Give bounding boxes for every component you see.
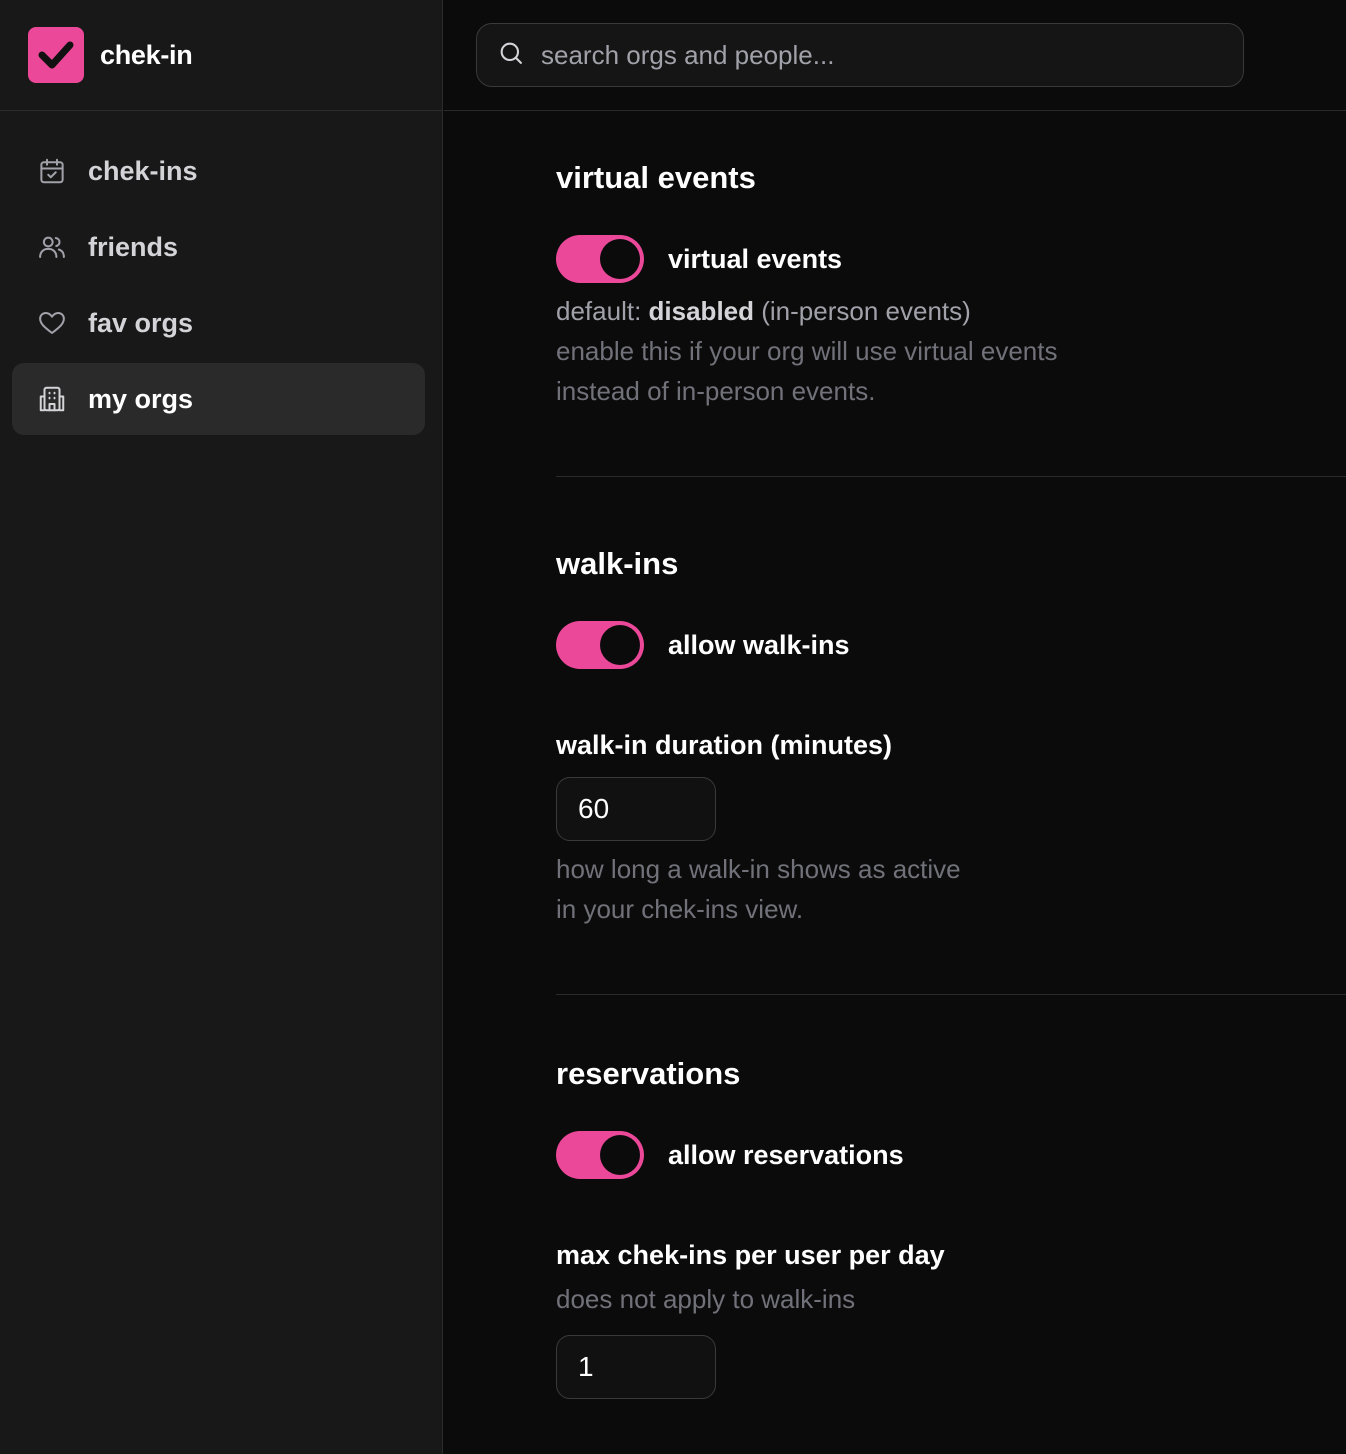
sidebar: chek-in chek-ins friends fav orgs my org… — [0, 0, 443, 1454]
building-icon — [36, 383, 68, 415]
section-divider — [556, 994, 1346, 995]
brand[interactable]: chek-in — [0, 0, 442, 111]
sidebar-item-chek-ins[interactable]: chek-ins — [12, 135, 425, 207]
toggle-knob — [600, 1135, 640, 1175]
calendar-check-icon — [36, 155, 68, 187]
allow-walk-ins-toggle[interactable] — [556, 621, 644, 669]
section-divider — [556, 476, 1346, 477]
walk-ins-setting: allow walk-ins — [556, 621, 850, 669]
allow-reservations-label: allow reservations — [668, 1139, 904, 1170]
top-bar — [444, 0, 1346, 111]
virtual-events-help-line-2: instead of in-person events. — [556, 376, 876, 406]
max-chek-ins-label: max chek-ins per user per day — [556, 1240, 945, 1270]
search-icon — [497, 39, 525, 72]
max-chek-ins-help: does not apply to walk-ins — [556, 1284, 856, 1314]
search-box[interactable] — [476, 23, 1244, 87]
allow-walk-ins-label: allow walk-ins — [668, 629, 850, 660]
toggle-knob — [600, 625, 640, 665]
sidebar-item-my-orgs[interactable]: my orgs — [12, 363, 425, 435]
walk-in-duration-help-line-1: how long a walk-in shows as active — [556, 854, 961, 884]
default-suffix: (in-person events) — [761, 296, 971, 326]
allow-reservations-toggle[interactable] — [556, 1131, 644, 1179]
virtual-events-setting: virtual events — [556, 235, 842, 283]
walk-in-duration-input[interactable] — [556, 777, 716, 841]
sidebar-item-friends[interactable]: friends — [12, 211, 425, 283]
walk-in-duration-help-line-2: in your chek-ins view. — [556, 894, 804, 924]
search-input[interactable] — [541, 24, 1243, 86]
toggle-knob — [600, 239, 640, 279]
sidebar-item-fav-orgs[interactable]: fav orgs — [12, 287, 425, 359]
virtual-events-toggle-label: virtual events — [668, 243, 843, 274]
heart-icon — [36, 307, 68, 339]
reservations-setting: allow reservations — [556, 1131, 904, 1179]
virtual-events-help-line-1: enable this if your org will use virtual… — [556, 336, 1058, 366]
virtual-events-toggle[interactable] — [556, 235, 644, 283]
sidebar-item-label: chek-ins — [88, 155, 198, 186]
walk-in-duration-label: walk-in duration (minutes) — [556, 730, 893, 760]
app-name: chek-in — [100, 39, 193, 70]
default-value: disabled — [648, 296, 755, 326]
checkmark-logo-icon — [28, 27, 84, 83]
virtual-events-default: default: disabled (in-person events) — [556, 291, 971, 331]
default-prefix: default: — [556, 296, 642, 326]
section-title-virtual-events: virtual events — [556, 160, 756, 195]
sidebar-item-label: my orgs — [88, 383, 194, 414]
app-root: chek-in chek-ins friends fav orgs my org… — [0, 0, 1346, 1454]
max-chek-ins-input[interactable] — [556, 1335, 716, 1399]
sidebar-nav: chek-ins friends fav orgs my orgs — [0, 111, 442, 435]
sidebar-item-label: friends — [88, 231, 179, 262]
users-icon — [36, 231, 68, 263]
section-title-reservations: reservations — [556, 1056, 741, 1091]
section-title-walk-ins: walk-ins — [556, 546, 679, 581]
sidebar-item-label: fav orgs — [88, 307, 194, 338]
